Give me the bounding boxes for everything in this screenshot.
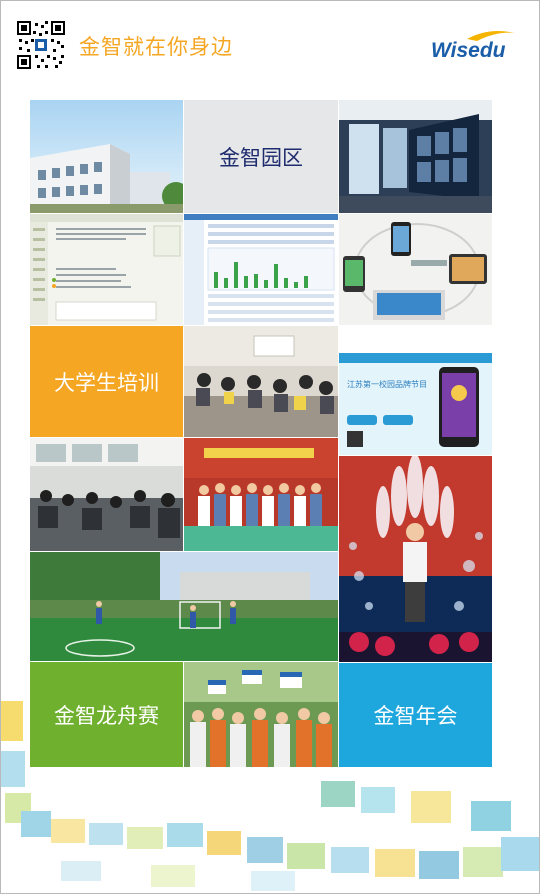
logo-text: Wisedu [431,39,506,62]
platform-devices-graphic [339,214,492,325]
lecture-room-photo [30,438,183,551]
dragon-boat-team-photo [184,662,338,767]
campus-label: 金智园区 [219,145,303,170]
annual-party-performance-photo [339,456,492,662]
dragon-boat-label: 金智龙舟赛 [54,703,159,728]
campus-building-photo [30,100,183,213]
wisedu-logo: Wisedu [427,25,519,65]
football-match-photo [30,552,338,661]
office-corridor-photo [339,100,492,213]
app-banner-headline: 江苏第一校园品牌节目 [347,380,427,389]
software-screenshot-1 [30,214,183,325]
dragon-boat-tile[interactable]: 金智龙舟赛 [30,662,183,767]
student-training-tile[interactable]: 大学生培训 [30,326,183,437]
student-training-label: 大学生培训 [54,370,159,395]
poster-frame: 金智就在你身边 Wisedu 金智园区 大学生培训 江苏第一校园品牌节目 金智龙… [0,0,540,894]
mobile-app-banner: 江苏第一校园品牌节目 [339,353,492,455]
training-classroom-photo [184,326,338,437]
header-slogan: 金智就在你身边 [79,35,233,59]
annual-party-label: 金智年会 [373,704,458,728]
qr-code-icon [15,19,67,71]
annual-party-tile[interactable]: 金智年会 [339,663,492,767]
software-screenshot-2 [184,214,338,325]
team-group-photo [184,438,338,551]
campus-tile[interactable]: 金智园区 [184,100,338,213]
